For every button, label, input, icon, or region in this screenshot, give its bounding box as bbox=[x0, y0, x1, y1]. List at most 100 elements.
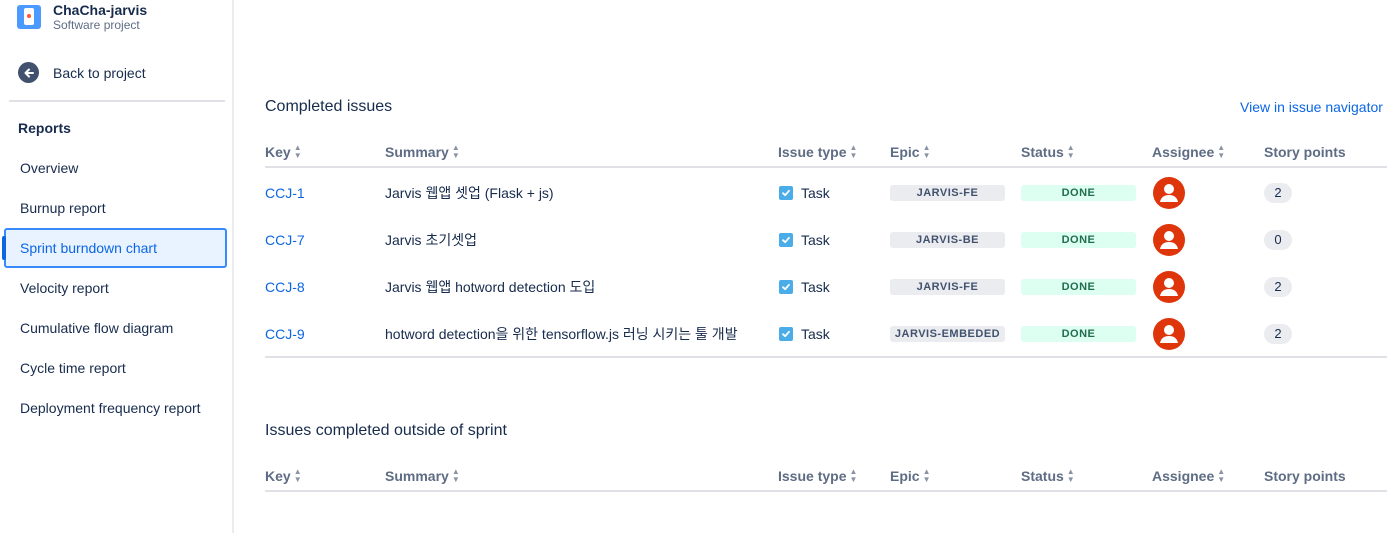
avatar[interactable] bbox=[1153, 317, 1185, 350]
table-divider bbox=[265, 356, 1387, 358]
column-header-story-points: Story points bbox=[1264, 468, 1346, 484]
assignee-cell bbox=[1153, 310, 1185, 357]
arrow-left-icon bbox=[18, 62, 39, 83]
nav-item-overview[interactable]: Overview bbox=[4, 148, 227, 188]
back-to-project-link[interactable]: Back to project bbox=[18, 62, 146, 83]
task-checkbox-icon bbox=[779, 279, 793, 294]
nav-item-deployment-frequency-report[interactable]: Deployment frequency report bbox=[4, 388, 227, 428]
user-icon bbox=[1160, 183, 1178, 202]
issue-summary: Jarvis 웹앱 셋업 (Flask + js) bbox=[385, 184, 554, 201]
column-header-epic[interactable]: Epic ▲ ▼ bbox=[890, 143, 931, 161]
sort-icon: ▲ ▼ bbox=[922, 143, 931, 160]
epic-cell: JARVIS-BE bbox=[890, 216, 1005, 263]
nav-item-burnup-report[interactable]: Burnup report bbox=[4, 188, 227, 228]
column-header-epic[interactable]: Epic ▲ ▼ bbox=[890, 468, 931, 485]
sidebar-divider bbox=[9, 100, 225, 102]
issue-key-link[interactable]: CCJ-9 bbox=[265, 310, 305, 357]
column-header-issue-type[interactable]: Issue type ▲ ▼ bbox=[778, 143, 858, 161]
task-checkbox-icon bbox=[779, 326, 793, 341]
epic-cell: JARVIS-FE bbox=[890, 263, 1005, 310]
column-header-summary[interactable]: Summary ▲ ▼ bbox=[385, 143, 460, 161]
issue-key-link[interactable]: CCJ-1 bbox=[265, 169, 305, 216]
project-type: Software project bbox=[53, 18, 140, 32]
epic-cell: JARVIS-FE bbox=[890, 169, 1005, 216]
column-header-issue-type[interactable]: Issue type ▲ ▼ bbox=[778, 467, 858, 485]
avatar[interactable] bbox=[1153, 223, 1185, 256]
outside-sprint-title: Issues completed outside of sprint bbox=[265, 422, 507, 439]
epic-cell: JARVIS-EMBEDED bbox=[890, 310, 1005, 357]
status-badge: DONE bbox=[1021, 231, 1136, 248]
issue-key-link[interactable]: CCJ-7 bbox=[265, 216, 305, 263]
reports-nav: Overview Burnup report Sprint burndown c… bbox=[2, 148, 227, 428]
reports-heading: Reports bbox=[18, 120, 71, 136]
task-checkbox-icon bbox=[779, 185, 793, 200]
sort-icon: ▲ ▼ bbox=[451, 143, 460, 160]
status-badge: DONE bbox=[1021, 184, 1136, 201]
status-cell: DONE bbox=[1021, 216, 1136, 263]
column-header-assignee[interactable]: Assignee ▲ ▼ bbox=[1152, 143, 1226, 161]
avatar[interactable] bbox=[1153, 270, 1185, 303]
sort-icon: ▲ ▼ bbox=[293, 143, 302, 160]
epic-lozenge[interactable]: JARVIS-FE bbox=[890, 184, 1005, 201]
story-points-badge: 0 bbox=[1264, 229, 1292, 250]
column-header-status[interactable]: Status ▲ ▼ bbox=[1021, 467, 1075, 485]
outside-table-header: Key ▲ ▼ Summary ▲ ▼ Issue type ▲ ▼ Epic ▲ ▼ Stat… bbox=[265, 464, 1387, 492]
column-header-key[interactable]: Key ▲ ▼ bbox=[265, 143, 302, 161]
table-row: CCJ-7 Jarvis 초기셋업 Task JARVIS-BE DONE 0 bbox=[265, 216, 1387, 263]
issue-type-label: Task bbox=[801, 231, 830, 248]
sidebar: ChaCha-jarvis Software project Back to p… bbox=[0, 0, 234, 533]
issue-type: Task bbox=[779, 310, 830, 357]
issue-type-label: Task bbox=[801, 278, 830, 295]
issue-key-link[interactable]: CCJ-8 bbox=[265, 263, 305, 310]
sort-icon: ▲ ▼ bbox=[451, 467, 460, 484]
user-icon bbox=[1160, 230, 1178, 249]
status-cell: DONE bbox=[1021, 169, 1136, 216]
assignee-cell bbox=[1153, 216, 1185, 263]
user-icon bbox=[1160, 324, 1178, 343]
status-badge: DONE bbox=[1021, 325, 1136, 342]
epic-lozenge[interactable]: JARVIS-FE bbox=[890, 278, 1005, 295]
task-checkbox-icon bbox=[779, 232, 793, 247]
sort-icon: ▲ ▼ bbox=[1217, 143, 1226, 160]
project-avatar-icon bbox=[17, 5, 41, 29]
nav-item-velocity-report[interactable]: Velocity report bbox=[4, 268, 227, 308]
story-points-cell: 2 bbox=[1264, 169, 1292, 216]
project-name: ChaCha-jarvis bbox=[53, 2, 148, 18]
completed-table-header: Key ▲ ▼ Summary ▲ ▼ Issue type ▲ ▼ Epic ▲ ▼ Stat… bbox=[265, 140, 1387, 168]
table-row: CCJ-8 Jarvis 웹앱 hotword detection 도입 Tas… bbox=[265, 263, 1387, 310]
status-cell: DONE bbox=[1021, 263, 1136, 310]
column-header-status[interactable]: Status ▲ ▼ bbox=[1021, 143, 1075, 161]
epic-lozenge[interactable]: JARVIS-EMBEDED bbox=[890, 325, 1005, 342]
story-points-cell: 2 bbox=[1264, 263, 1292, 310]
epic-lozenge[interactable]: JARVIS-BE bbox=[890, 231, 1005, 248]
issue-summary: hotword detection을 위한 tensorflow.js 러닝 시… bbox=[385, 325, 738, 342]
nav-item-cycle-time-report[interactable]: Cycle time report bbox=[4, 348, 227, 388]
story-points-cell: 0 bbox=[1264, 216, 1292, 263]
avatar[interactable] bbox=[1153, 176, 1185, 209]
project-header[interactable]: ChaCha-jarvis Software project bbox=[17, 2, 147, 34]
story-points-badge: 2 bbox=[1264, 276, 1292, 297]
nav-item-cumulative-flow-diagram[interactable]: Cumulative flow diagram bbox=[4, 308, 227, 348]
sort-icon: ▲ ▼ bbox=[293, 467, 302, 484]
story-points-badge: 2 bbox=[1264, 323, 1292, 344]
story-points-cell: 2 bbox=[1264, 310, 1292, 357]
user-icon bbox=[1160, 277, 1178, 296]
issue-summary: Jarvis 웹앱 hotword detection 도입 bbox=[385, 278, 596, 295]
sort-icon: ▲ ▼ bbox=[1066, 467, 1075, 484]
table-row: CCJ-1 Jarvis 웹앱 셋업 (Flask + js) Task JAR… bbox=[265, 169, 1387, 216]
sort-icon: ▲ ▼ bbox=[849, 143, 858, 160]
view-in-issue-navigator-link[interactable]: View in issue navigator bbox=[1240, 99, 1383, 115]
status-badge: DONE bbox=[1021, 278, 1136, 295]
issue-summary: Jarvis 초기셋업 bbox=[385, 231, 477, 248]
table-row: CCJ-9 hotword detection을 위한 tensorflow.j… bbox=[265, 310, 1387, 357]
issue-type-label: Task bbox=[801, 325, 830, 342]
sort-icon: ▲ ▼ bbox=[849, 467, 858, 484]
column-header-key[interactable]: Key ▲ ▼ bbox=[265, 467, 302, 485]
completed-issues-title: Completed issues bbox=[265, 98, 393, 115]
column-header-summary[interactable]: Summary ▲ ▼ bbox=[385, 467, 460, 485]
assignee-cell bbox=[1153, 169, 1185, 216]
issue-type: Task bbox=[779, 263, 830, 310]
sort-icon: ▲ ▼ bbox=[1066, 143, 1075, 160]
column-header-assignee[interactable]: Assignee ▲ ▼ bbox=[1152, 468, 1225, 485]
nav-item-sprint-burndown-chart[interactable]: Sprint burndown chart bbox=[2, 228, 227, 268]
